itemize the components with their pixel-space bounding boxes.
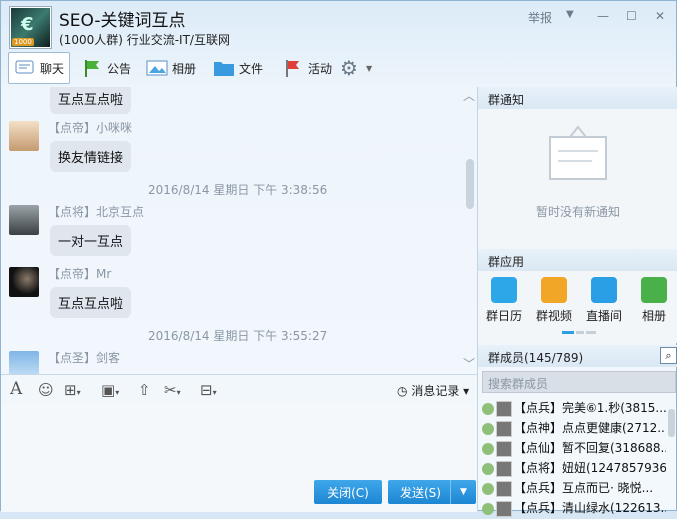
message-bubble: 一对一互点 — [50, 225, 132, 256]
toolbar: 聊天 公告 相册 文件 活动 ⚙ ▼ — [1, 51, 677, 87]
tab-activity[interactable]: 活动 — [277, 52, 337, 84]
sender-name[interactable]: 【点帝】Mr — [48, 265, 111, 282]
live-icon — [591, 277, 617, 303]
member-item[interactable]: 【点兵】完美⑥1.秒(3815... — [482, 399, 666, 419]
notice-header: 群通知 — [478, 87, 677, 109]
clock-icon: ◷ — [397, 384, 408, 398]
notice-empty-text: 暂时没有新通知 — [535, 205, 620, 219]
message-bubble: 换友情链接 — [50, 141, 132, 172]
app-album[interactable]: 相册 — [632, 277, 676, 324]
calendar-icon — [491, 277, 517, 303]
chat-icon — [14, 58, 36, 78]
close-icon[interactable]: ✕ — [655, 9, 665, 23]
video-icon — [541, 277, 567, 303]
minimize-icon[interactable]: — — [597, 9, 609, 23]
group-title: SEO-关键词互点 — [59, 11, 186, 31]
sender-name[interactable]: 【点将】北京互点 — [48, 203, 144, 220]
avatar[interactable] — [9, 205, 39, 235]
chat-area: 互点互点啦 ︿ 【点帝】小咪咪 换友情链接 2016/8/14 星期日 下午 3… — [1, 87, 477, 374]
send-button[interactable]: 发送(S) ▼ — [388, 480, 476, 504]
scissors-icon[interactable]: ✂▾ — [164, 381, 181, 399]
qq-group-window: €1000 SEO-关键词互点 (1000人群) 行业交流-IT/互联网 举报 … — [0, 0, 677, 517]
sender-name[interactable]: 【点圣】剑客 — [48, 349, 120, 366]
settings-menu[interactable]: ⚙ ▼ — [335, 52, 377, 84]
maximize-icon[interactable]: ☐ — [626, 9, 637, 23]
group-avatar[interactable]: €1000 — [10, 7, 51, 48]
timestamp: 2016/8/14 星期日 下午 3:55:27 — [148, 329, 328, 343]
tab-album[interactable]: 相册 — [141, 52, 201, 84]
member-item[interactable]: 【点仙】暂不回复(318688... — [482, 439, 666, 459]
member-item[interactable]: 【点神】点点更健康(2712... — [482, 419, 666, 439]
sender-name[interactable]: 【点帝】小咪咪 — [48, 119, 132, 136]
red-flag-icon — [282, 58, 304, 78]
avatar[interactable] — [9, 351, 39, 374]
album-icon — [641, 277, 667, 303]
send-options-icon[interactable]: ▼ — [450, 480, 476, 504]
message-bubble: 互点互点啦 — [50, 287, 132, 318]
folder-icon — [213, 58, 235, 78]
history-button[interactable]: ◷ 消息记录 ▾ — [397, 382, 469, 399]
avatar[interactable] — [9, 121, 39, 151]
member-item[interactable]: 【点将】妞妞(1247857936) — [482, 459, 666, 479]
members-header: 群成员(145/789) — [478, 345, 677, 367]
font-icon[interactable]: A — [10, 379, 22, 399]
gift-icon[interactable]: ⊞▾ — [64, 381, 81, 399]
sidebar: 群通知 暂时没有新通知 群应用 群日历 群视频 直播间 相册 群成员(145/7… — [477, 87, 677, 517]
member-item[interactable]: 【点兵】清山绿水(122613... — [482, 499, 666, 519]
flag-icon — [81, 58, 103, 78]
apps-header: 群应用 — [478, 249, 677, 271]
message-bubble: 互点互点啦 — [50, 87, 132, 114]
more-tools-icon[interactable]: ⊟▾ — [200, 381, 217, 399]
search-icon[interactable]: ⌕ — [660, 347, 677, 364]
group-subtitle: (1000人群) 行业交流-IT/互联网 — [59, 33, 230, 47]
tab-announce[interactable]: 公告 — [76, 52, 136, 84]
chevron-down-icon: ▼ — [366, 63, 373, 73]
collapse-up-icon[interactable]: ︿ — [463, 87, 475, 104]
members-scrollbar[interactable] — [668, 409, 675, 437]
gear-icon: ⚙ — [340, 56, 358, 80]
dropdown-icon[interactable]: ▼ — [566, 9, 574, 20]
apps-panel: 群日历 群视频 直播间 相册 — [478, 271, 677, 343]
notice-panel: 暂时没有新通知 — [478, 109, 677, 249]
app-calendar[interactable]: 群日历 — [482, 277, 526, 324]
timestamp: 2016/8/14 星期日 下午 3:38:56 — [148, 183, 328, 197]
tab-files[interactable]: 文件 — [208, 52, 268, 84]
app-video[interactable]: 群视频 — [532, 277, 576, 324]
upload-icon[interactable]: ⇧ — [138, 381, 151, 399]
board-icon — [549, 125, 607, 180]
member-item[interactable]: 【点兵】互点而已· 晓悦... — [482, 479, 666, 499]
app-live[interactable]: 直播间 — [582, 277, 626, 324]
collapse-down-icon[interactable]: ﹀ — [463, 355, 475, 372]
image-icon — [146, 58, 168, 78]
member-search-input[interactable]: 搜索群成员 — [482, 371, 676, 393]
input-toolbar: A ☺ ⊞▾ ▣▾ ⇧ ✂▾ ⊟▾ ◷ 消息记录 ▾ — [1, 374, 477, 404]
tab-chat[interactable]: 聊天 — [8, 52, 71, 84]
chat-scrollbar[interactable] — [466, 159, 474, 209]
emoji-icon[interactable]: ☺ — [38, 381, 54, 399]
page-indicator[interactable] — [562, 331, 596, 334]
report-link[interactable]: 举报 — [528, 9, 552, 26]
screenshot-icon[interactable]: ▣▾ — [101, 381, 119, 399]
close-button[interactable]: 关闭(C) — [314, 480, 382, 504]
header: €1000 SEO-关键词互点 (1000人群) 行业交流-IT/互联网 举报 … — [1, 1, 676, 51]
avatar[interactable] — [9, 267, 39, 297]
